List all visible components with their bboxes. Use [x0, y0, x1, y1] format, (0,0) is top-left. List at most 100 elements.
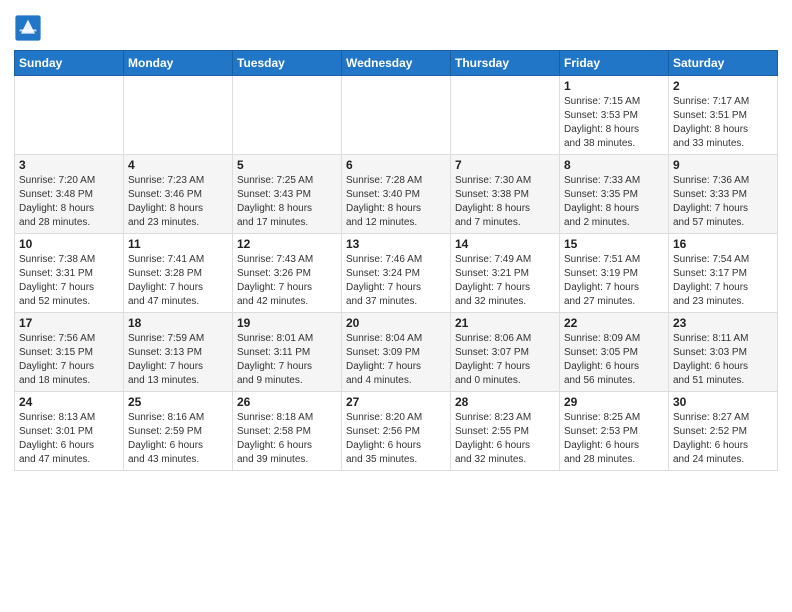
cell-content: Sunrise: 7:59 AM Sunset: 3:13 PM Dayligh…: [128, 332, 228, 388]
calendar-cell: [342, 76, 451, 155]
calendar-cell: 1 Sunrise: 7:15 AM Sunset: 3:53 PM Daylig…: [560, 76, 669, 155]
calendar-table: SundayMondayTuesdayWednesdayThursdayFrid…: [14, 50, 778, 471]
day-number: 8: [564, 158, 664, 172]
calendar-cell: 30 Sunrise: 8:27 AM Sunset: 2:52 PM Dayli…: [669, 392, 778, 471]
calendar-cell: 17 Sunrise: 7:56 AM Sunset: 3:15 PM Dayli…: [15, 313, 124, 392]
day-number: 19: [237, 316, 337, 330]
day-number: 28: [455, 395, 555, 409]
day-number: 10: [19, 237, 119, 251]
calendar-cell: 24Sunrise: 8:13 AM Sunset: 3:01 PM Dayli…: [15, 392, 124, 471]
day-number: 25: [128, 395, 228, 409]
calendar-cell: 12 Sunrise: 7:43 AM Sunset: 3:26 PM Dayli…: [233, 234, 342, 313]
header: [14, 10, 778, 42]
day-number: 15: [564, 237, 664, 251]
cell-content: Sunrise: 8:23 AM Sunset: 2:55 PM Dayligh…: [455, 411, 555, 467]
calendar-cell: 25 Sunrise: 8:16 AM Sunset: 2:59 PM Dayli…: [124, 392, 233, 471]
calendar-cell: 28 Sunrise: 8:23 AM Sunset: 2:55 PM Dayli…: [451, 392, 560, 471]
cell-content: Sunrise: 7:33 AM Sunset: 3:35 PM Dayligh…: [564, 174, 664, 230]
calendar-cell: 22 Sunrise: 8:09 AM Sunset: 3:05 PM Dayli…: [560, 313, 669, 392]
cell-content: Sunrise: 7:51 AM Sunset: 3:19 PM Dayligh…: [564, 253, 664, 309]
cell-content: Sunrise: 8:11 AM Sunset: 3:03 PM Dayligh…: [673, 332, 773, 388]
calendar-cell: 10 Sunrise: 7:38 AM Sunset: 3:31 PM Dayli…: [15, 234, 124, 313]
calendar-cell: 19 Sunrise: 8:01 AM Sunset: 3:11 PM Dayli…: [233, 313, 342, 392]
cell-content: Sunrise: 7:20 AM Sunset: 3:48 PM Dayligh…: [19, 174, 119, 230]
cell-content: Sunrise: 8:25 AM Sunset: 2:53 PM Dayligh…: [564, 411, 664, 467]
calendar-cell: 2 Sunrise: 7:17 AM Sunset: 3:51 PM Daylig…: [669, 76, 778, 155]
week-row-3: 10 Sunrise: 7:38 AM Sunset: 3:31 PM Dayli…: [15, 234, 778, 313]
calendar-cell: 21 Sunrise: 8:06 AM Sunset: 3:07 PM Dayli…: [451, 313, 560, 392]
calendar-cell: [15, 76, 124, 155]
cell-content: Sunrise: 8:06 AM Sunset: 3:07 PM Dayligh…: [455, 332, 555, 388]
cell-content: Sunrise: 8:13 AM Sunset: 3:01 PM Dayligh…: [19, 411, 119, 467]
calendar-cell: 16Sunrise: 7:54 AM Sunset: 3:17 PM Dayli…: [669, 234, 778, 313]
calendar-cell: 14 Sunrise: 7:49 AM Sunset: 3:21 PM Dayli…: [451, 234, 560, 313]
calendar-cell: 8 Sunrise: 7:33 AM Sunset: 3:35 PM Daylig…: [560, 155, 669, 234]
calendar-cell: 26 Sunrise: 8:18 AM Sunset: 2:58 PM Dayli…: [233, 392, 342, 471]
day-number: 26: [237, 395, 337, 409]
logo-icon: [14, 14, 42, 42]
day-number: 27: [346, 395, 446, 409]
cell-content: Sunrise: 7:23 AM Sunset: 3:46 PM Dayligh…: [128, 174, 228, 230]
calendar-cell: 23 Sunrise: 8:11 AM Sunset: 3:03 PM Dayli…: [669, 313, 778, 392]
calendar-cell: 13 Sunrise: 7:46 AM Sunset: 3:24 PM Dayli…: [342, 234, 451, 313]
logo: [14, 14, 46, 42]
calendar-cell: 6Sunrise: 7:28 AM Sunset: 3:40 PM Daylig…: [342, 155, 451, 234]
cell-content: Sunrise: 7:49 AM Sunset: 3:21 PM Dayligh…: [455, 253, 555, 309]
cell-content: Sunrise: 8:09 AM Sunset: 3:05 PM Dayligh…: [564, 332, 664, 388]
day-number: 18: [128, 316, 228, 330]
day-number: 9: [673, 158, 773, 172]
day-number: 2: [673, 79, 773, 93]
day-number: 5: [237, 158, 337, 172]
day-number: 30: [673, 395, 773, 409]
cell-content: Sunrise: 7:46 AM Sunset: 3:24 PM Dayligh…: [346, 253, 446, 309]
calendar-cell: [124, 76, 233, 155]
cell-content: Sunrise: 8:18 AM Sunset: 2:58 PM Dayligh…: [237, 411, 337, 467]
day-number: 21: [455, 316, 555, 330]
day-number: 23: [673, 316, 773, 330]
day-number: 12: [237, 237, 337, 251]
week-row-2: 3 Sunrise: 7:20 AM Sunset: 3:48 PM Daylig…: [15, 155, 778, 234]
day-number: 22: [564, 316, 664, 330]
day-number: 3: [19, 158, 119, 172]
week-row-1: 1 Sunrise: 7:15 AM Sunset: 3:53 PM Daylig…: [15, 76, 778, 155]
calendar-cell: 7Sunrise: 7:30 AM Sunset: 3:38 PM Daylig…: [451, 155, 560, 234]
weekday-header-tuesday: Tuesday: [233, 51, 342, 76]
weekday-header-thursday: Thursday: [451, 51, 560, 76]
day-number: 29: [564, 395, 664, 409]
day-number: 17: [19, 316, 119, 330]
day-number: 6: [346, 158, 446, 172]
cell-content: Sunrise: 7:36 AM Sunset: 3:33 PM Dayligh…: [673, 174, 773, 230]
weekday-header-sunday: Sunday: [15, 51, 124, 76]
cell-content: Sunrise: 7:41 AM Sunset: 3:28 PM Dayligh…: [128, 253, 228, 309]
calendar-cell: 20 Sunrise: 8:04 AM Sunset: 3:09 PM Dayli…: [342, 313, 451, 392]
calendar-cell: 29 Sunrise: 8:25 AM Sunset: 2:53 PM Dayli…: [560, 392, 669, 471]
calendar-cell: 4 Sunrise: 7:23 AM Sunset: 3:46 PM Daylig…: [124, 155, 233, 234]
cell-content: Sunrise: 7:17 AM Sunset: 3:51 PM Dayligh…: [673, 95, 773, 151]
cell-content: Sunrise: 8:16 AM Sunset: 2:59 PM Dayligh…: [128, 411, 228, 467]
cell-content: Sunrise: 7:38 AM Sunset: 3:31 PM Dayligh…: [19, 253, 119, 309]
calendar-cell: 15 Sunrise: 7:51 AM Sunset: 3:19 PM Dayli…: [560, 234, 669, 313]
day-number: 14: [455, 237, 555, 251]
calendar-cell: 5Sunrise: 7:25 AM Sunset: 3:43 PM Daylig…: [233, 155, 342, 234]
cell-content: Sunrise: 7:15 AM Sunset: 3:53 PM Dayligh…: [564, 95, 664, 151]
cell-content: Sunrise: 8:04 AM Sunset: 3:09 PM Dayligh…: [346, 332, 446, 388]
day-number: 13: [346, 237, 446, 251]
weekday-header-monday: Monday: [124, 51, 233, 76]
cell-content: Sunrise: 7:30 AM Sunset: 3:38 PM Dayligh…: [455, 174, 555, 230]
calendar-cell: 9 Sunrise: 7:36 AM Sunset: 3:33 PM Daylig…: [669, 155, 778, 234]
day-number: 4: [128, 158, 228, 172]
cell-content: Sunrise: 7:43 AM Sunset: 3:26 PM Dayligh…: [237, 253, 337, 309]
cell-content: Sunrise: 8:01 AM Sunset: 3:11 PM Dayligh…: [237, 332, 337, 388]
weekday-header-row: SundayMondayTuesdayWednesdayThursdayFrid…: [15, 51, 778, 76]
calendar-cell: 27Sunrise: 8:20 AM Sunset: 2:56 PM Dayli…: [342, 392, 451, 471]
calendar-cell: [233, 76, 342, 155]
cell-content: Sunrise: 8:27 AM Sunset: 2:52 PM Dayligh…: [673, 411, 773, 467]
week-row-5: 24Sunrise: 8:13 AM Sunset: 3:01 PM Dayli…: [15, 392, 778, 471]
day-number: 1: [564, 79, 664, 93]
cell-content: Sunrise: 7:56 AM Sunset: 3:15 PM Dayligh…: [19, 332, 119, 388]
week-row-4: 17 Sunrise: 7:56 AM Sunset: 3:15 PM Dayli…: [15, 313, 778, 392]
calendar-cell: 18 Sunrise: 7:59 AM Sunset: 3:13 PM Dayli…: [124, 313, 233, 392]
weekday-header-friday: Friday: [560, 51, 669, 76]
cell-content: Sunrise: 7:54 AM Sunset: 3:17 PM Dayligh…: [673, 253, 773, 309]
day-number: 20: [346, 316, 446, 330]
